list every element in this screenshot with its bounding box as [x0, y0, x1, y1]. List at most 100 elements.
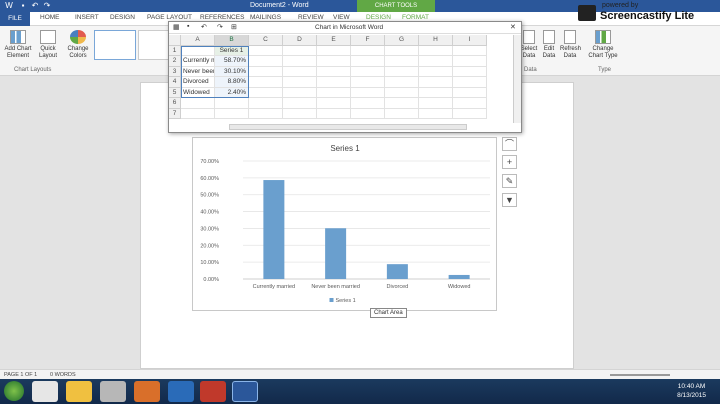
spreadsheet-cell[interactable]: [249, 66, 283, 77]
spreadsheet-cell[interactable]: [419, 56, 453, 67]
change-chart-type-button[interactable]: Change Chart Type: [586, 30, 620, 60]
spreadsheet-cell[interactable]: [249, 98, 283, 109]
spreadsheet-cell[interactable]: [317, 56, 351, 67]
tab-insert[interactable]: INSERT: [75, 14, 99, 21]
save-icon[interactable]: ▪: [187, 23, 189, 30]
spreadsheet-cell[interactable]: [249, 77, 283, 88]
spreadsheet-cell[interactable]: [385, 98, 419, 109]
outlook-icon[interactable]: [168, 381, 194, 402]
word-taskbar-icon[interactable]: [232, 381, 258, 402]
chrome-icon[interactable]: [32, 381, 58, 402]
tab-file[interactable]: FILE: [0, 12, 30, 26]
spreadsheet-cell[interactable]: [317, 108, 351, 119]
column-header[interactable]: H: [419, 35, 453, 46]
spreadsheet-cell[interactable]: 8.80%: [215, 77, 249, 88]
row-header[interactable]: 3: [169, 66, 181, 77]
spreadsheet-cell[interactable]: [385, 45, 419, 56]
spreadsheet-cell[interactable]: [385, 66, 419, 77]
bar[interactable]: [263, 180, 285, 279]
spreadsheet-cell[interactable]: [317, 45, 351, 56]
spreadsheet-cell[interactable]: [215, 108, 249, 119]
column-header[interactable]: G: [385, 35, 419, 46]
chart-styles-brush-icon[interactable]: ✎: [502, 174, 517, 188]
spreadsheet-cell[interactable]: [181, 45, 215, 56]
column-header[interactable]: E: [317, 35, 351, 46]
chart-elements-plus-icon[interactable]: +: [502, 155, 517, 169]
column-header[interactable]: I: [453, 35, 487, 46]
spreadsheet-cell[interactable]: [317, 98, 351, 109]
spreadsheet-cell[interactable]: [351, 98, 385, 109]
column-header[interactable]: B: [215, 35, 249, 46]
tab-home[interactable]: HOME: [40, 14, 60, 21]
spreadsheet-cell[interactable]: [181, 108, 215, 119]
spreadsheet-cell[interactable]: 30.10%: [215, 66, 249, 77]
spreadsheet-cell[interactable]: 2.40%: [215, 87, 249, 98]
chart-style-1[interactable]: [94, 30, 136, 60]
spreadsheet-cell[interactable]: [385, 87, 419, 98]
spreadsheet-cell[interactable]: [351, 77, 385, 88]
tab-page-layout[interactable]: PAGE LAYOUT: [147, 14, 192, 21]
spreadsheet-cell[interactable]: Currently m: [181, 56, 215, 67]
chart-filter-icon[interactable]: ▼: [502, 193, 517, 207]
spreadsheet-cell[interactable]: [419, 66, 453, 77]
excel-grid-icon[interactable]: ▦: [173, 23, 180, 31]
spreadsheet-cell[interactable]: [283, 98, 317, 109]
spreadsheet-cell[interactable]: Never been: [181, 66, 215, 77]
spreadsheet-cell[interactable]: [249, 45, 283, 56]
edit-in-excel-icon[interactable]: ⊞: [231, 23, 237, 31]
spreadsheet-cell[interactable]: [351, 66, 385, 77]
spreadsheet-cell[interactable]: [419, 45, 453, 56]
spreadsheet-cell[interactable]: [419, 87, 453, 98]
column-header[interactable]: F: [351, 35, 385, 46]
chart-data-spreadsheet[interactable]: ▦ ▪ ↶ ↷ ⊞ Chart in Microsoft Word ✕ ABCD…: [168, 21, 522, 133]
spreadsheet-cell[interactable]: [351, 87, 385, 98]
tab-mailings[interactable]: MAILINGS: [250, 14, 281, 21]
tab-references[interactable]: REFERENCES: [200, 14, 244, 21]
spreadsheet-cell[interactable]: [317, 87, 351, 98]
tab-view[interactable]: VIEW: [333, 14, 350, 21]
spreadsheet-cell[interactable]: [419, 108, 453, 119]
refresh-data-button[interactable]: Refresh Data: [560, 30, 581, 60]
pdf-icon[interactable]: [200, 381, 226, 402]
row-header[interactable]: 2: [169, 56, 181, 67]
spreadsheet-cell[interactable]: Widowed: [181, 87, 215, 98]
close-icon[interactable]: ✕: [510, 23, 516, 31]
zoom-slider[interactable]: [610, 374, 670, 376]
spreadsheet-cell[interactable]: [249, 108, 283, 119]
row-header[interactable]: 1: [169, 45, 181, 56]
redo-icon[interactable]: ↷: [217, 23, 223, 31]
start-button-icon[interactable]: [4, 381, 24, 401]
spreadsheet-cell[interactable]: [385, 108, 419, 119]
spreadsheet-cell[interactable]: [283, 77, 317, 88]
spreadsheet-cell[interactable]: [453, 87, 487, 98]
horizontal-scrollbar[interactable]: [229, 124, 467, 130]
spreadsheet-cell[interactable]: [249, 87, 283, 98]
quick-layout-button[interactable]: Quick Layout: [36, 30, 60, 60]
spreadsheet-cell[interactable]: [419, 98, 453, 109]
spreadsheet-cell[interactable]: [351, 108, 385, 119]
tab-chart-design[interactable]: DESIGN: [366, 14, 391, 21]
system-clock[interactable]: 10:40 AM 8/13/2015: [677, 382, 706, 400]
chart-layout-options-icon[interactable]: ⌒: [502, 137, 517, 151]
spreadsheet-cell[interactable]: [317, 77, 351, 88]
spreadsheet-cell[interactable]: [385, 56, 419, 67]
row-header[interactable]: 6: [169, 98, 181, 109]
spreadsheet-cell[interactable]: [215, 98, 249, 109]
undo-icon[interactable]: ↶: [30, 1, 40, 11]
column-header[interactable]: A: [181, 35, 215, 46]
spreadsheet-cell[interactable]: [283, 45, 317, 56]
spreadsheet-cell[interactable]: [283, 108, 317, 119]
redo-icon[interactable]: ↷: [42, 1, 52, 11]
column-header[interactable]: D: [283, 35, 317, 46]
spreadsheet-cell[interactable]: [385, 77, 419, 88]
tab-review[interactable]: REVIEW: [298, 14, 324, 21]
file-explorer-icon[interactable]: [66, 381, 92, 402]
undo-icon[interactable]: ↶: [201, 23, 207, 31]
save-icon[interactable]: ▪: [18, 1, 28, 11]
bar[interactable]: [448, 274, 470, 279]
spreadsheet-cell[interactable]: Series 1: [215, 45, 249, 56]
spreadsheet-cell[interactable]: Divorced: [181, 77, 215, 88]
spreadsheet-cell[interactable]: [453, 66, 487, 77]
spreadsheet-cell[interactable]: [181, 98, 215, 109]
spreadsheet-cell[interactable]: 58.70%: [215, 56, 249, 67]
